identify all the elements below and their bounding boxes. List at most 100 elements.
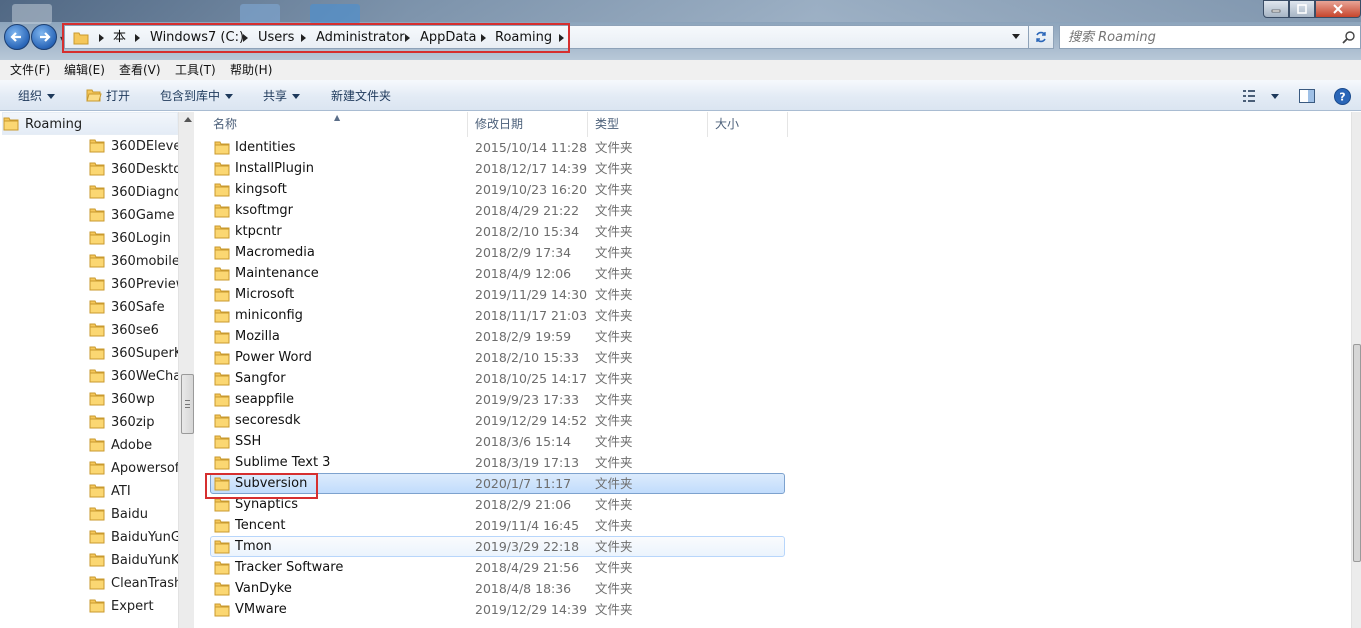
breadcrumb-arrow[interactable]: [99, 34, 104, 42]
file-type: 文件夹: [595, 224, 633, 239]
help-button[interactable]: ?: [1334, 86, 1351, 106]
nav-item-folder[interactable]: Baidu: [89, 503, 178, 526]
nav-item-label: Expert: [111, 599, 154, 614]
folder-icon: [89, 552, 105, 567]
nav-item-folder[interactable]: 360Game: [89, 204, 178, 227]
table-row[interactable]: VanDyke 2018/4/8 18:36 文件夹: [195, 578, 795, 599]
organize-button[interactable]: 组织: [18, 87, 56, 105]
table-row[interactable]: miniconfig 2018/11/17 21:03 文件夹: [195, 305, 795, 326]
breadcrumb-users[interactable]: Users: [258, 29, 294, 47]
nav-item-folder[interactable]: Apowersoft: [89, 457, 178, 480]
preview-pane-button[interactable]: [1299, 86, 1315, 106]
table-row[interactable]: InstallPlugin 2018/12/17 14:39 文件夹: [195, 158, 795, 179]
breadcrumb-arrow[interactable]: [135, 34, 140, 42]
new-folder-button[interactable]: 新建文件夹: [331, 87, 391, 105]
table-row[interactable]: Tmon 2019/3/29 22:18 文件夹: [195, 536, 795, 557]
table-row[interactable]: VMware 2019/12/29 14:39 文件夹: [195, 599, 795, 620]
breadcrumb-drive[interactable]: Windows7 (C:): [150, 29, 244, 47]
nav-item-folder[interactable]: Expert: [89, 595, 178, 618]
table-row[interactable]: Mozilla 2018/2/9 19:59 文件夹: [195, 326, 795, 347]
nav-item-folder[interactable]: 360se6: [89, 319, 178, 342]
file-date: 2018/2/9 21:06: [475, 497, 572, 512]
breadcrumb-arrow[interactable]: [301, 34, 306, 42]
nav-item-folder[interactable]: 360Desktop: [89, 158, 178, 181]
content-scrollbar[interactable]: [1351, 112, 1361, 628]
table-row[interactable]: Power Word 2018/2/10 15:33 文件夹: [195, 347, 795, 368]
forward-button[interactable]: [31, 24, 57, 50]
table-row[interactable]: Sublime Text 3 2018/3/19 17:13 文件夹: [195, 452, 795, 473]
menu-help[interactable]: 帮助(H): [228, 61, 274, 79]
content-scroll-thumb[interactable]: [1353, 344, 1361, 562]
breadcrumb-administrator[interactable]: Administrator: [316, 29, 405, 47]
table-row[interactable]: Tencent 2019/11/4 16:45 文件夹: [195, 515, 795, 536]
address-history-dropdown[interactable]: [1012, 34, 1020, 39]
nav-item-folder[interactable]: 360wp: [89, 388, 178, 411]
table-row[interactable]: Sangfor 2018/10/25 14:17 文件夹: [195, 368, 795, 389]
scroll-up-arrow-icon[interactable]: [184, 117, 192, 122]
table-row[interactable]: seappfile 2019/9/23 17:33 文件夹: [195, 389, 795, 410]
address-bar[interactable]: 本 Windows7 (C:) Users Administrator AppD…: [64, 25, 1054, 49]
nav-item-folder[interactable]: 360Login: [89, 227, 178, 250]
breadcrumb-arrow[interactable]: [559, 34, 564, 42]
nav-item-folder[interactable]: 360DEleven: [89, 135, 178, 158]
search-box[interactable]: [1059, 25, 1361, 49]
nav-item-label: CleanTrash: [111, 576, 178, 591]
nav-item-folder[interactable]: 360mobilem: [89, 250, 178, 273]
column-header-type[interactable]: 类型: [588, 112, 708, 137]
breadcrumb-arrow[interactable]: [243, 34, 248, 42]
column-header-modified[interactable]: 修改日期: [468, 112, 588, 137]
nav-item-folder[interactable]: 360Safe: [89, 296, 178, 319]
back-button[interactable]: [4, 24, 30, 50]
table-row[interactable]: Macromedia 2018/2/9 17:34 文件夹: [195, 242, 795, 263]
nav-item-folder[interactable]: BaiduYunGu: [89, 526, 178, 549]
folder-icon: [214, 560, 230, 575]
refresh-button[interactable]: [1028, 25, 1054, 49]
nav-item-roaming[interactable]: Roaming: [2, 112, 178, 135]
nav-scrollbar[interactable]: [178, 112, 194, 628]
menu-tools[interactable]: 工具(T): [173, 61, 218, 79]
table-row[interactable]: Maintenance 2018/4/9 12:06 文件夹: [195, 263, 795, 284]
nav-item-folder[interactable]: CleanTrash: [89, 572, 178, 595]
search-input[interactable]: [1060, 26, 1330, 48]
table-row[interactable]: kingsoft 2019/10/23 16:20 文件夹: [195, 179, 795, 200]
nav-item-folder[interactable]: 360zip: [89, 411, 178, 434]
table-row[interactable]: Subversion 2020/1/7 11:17 文件夹: [195, 473, 795, 494]
breadcrumb-arrow[interactable]: [405, 34, 410, 42]
include-library-button[interactable]: 包含到库中: [160, 87, 234, 105]
menu-file[interactable]: 文件(F): [8, 61, 52, 79]
menu-edit[interactable]: 编辑(E): [62, 61, 107, 79]
file-date: 2018/4/29 21:22: [475, 203, 580, 218]
file-type: 文件夹: [595, 371, 633, 386]
table-row[interactable]: Microsoft 2019/11/29 14:30 文件夹: [195, 284, 795, 305]
share-button[interactable]: 共享: [263, 87, 301, 105]
breadcrumb-arrow[interactable]: [481, 34, 486, 42]
table-row[interactable]: ksoftmgr 2018/4/29 21:22 文件夹: [195, 200, 795, 221]
menu-view[interactable]: 查看(V): [117, 61, 163, 79]
breadcrumb-appdata[interactable]: AppData: [420, 29, 476, 47]
nav-scroll-thumb[interactable]: [181, 374, 194, 434]
nav-item-folder[interactable]: 360Preview: [89, 273, 178, 296]
nav-item-folder[interactable]: Adobe: [89, 434, 178, 457]
file-name: Synaptics: [235, 497, 299, 512]
table-row[interactable]: Identities 2015/10/14 11:28 文件夹: [195, 137, 795, 158]
nav-item-folder[interactable]: BaiduYunKe: [89, 549, 178, 572]
minimize-button[interactable]: [1263, 0, 1289, 18]
close-button[interactable]: [1315, 0, 1361, 18]
breadcrumb-computer[interactable]: 本: [113, 29, 126, 47]
breadcrumb-roaming[interactable]: Roaming: [495, 29, 552, 47]
column-header-size[interactable]: 大小: [708, 112, 788, 137]
table-row[interactable]: ktpcntr 2018/2/10 15:34 文件夹: [195, 221, 795, 242]
column-header-name[interactable]: 名称: [195, 112, 468, 137]
table-row[interactable]: SSH 2018/3/6 15:14 文件夹: [195, 431, 795, 452]
nav-item-folder[interactable]: ATI: [89, 480, 178, 503]
nav-item-folder[interactable]: 360WeChat: [89, 365, 178, 388]
search-icon[interactable]: [1342, 30, 1356, 44]
nav-item-folder[interactable]: 360Diagnos: [89, 181, 178, 204]
nav-item-folder[interactable]: 360SuperKi: [89, 342, 178, 365]
table-row[interactable]: Synaptics 2018/2/9 21:06 文件夹: [195, 494, 795, 515]
change-view-button[interactable]: [1243, 86, 1279, 106]
table-row[interactable]: secoresdk 2019/12/29 14:52 文件夹: [195, 410, 795, 431]
table-row[interactable]: Tracker Software 2018/4/29 21:56 文件夹: [195, 557, 795, 578]
open-button[interactable]: 打开: [86, 87, 130, 105]
maximize-button[interactable]: [1289, 0, 1315, 18]
